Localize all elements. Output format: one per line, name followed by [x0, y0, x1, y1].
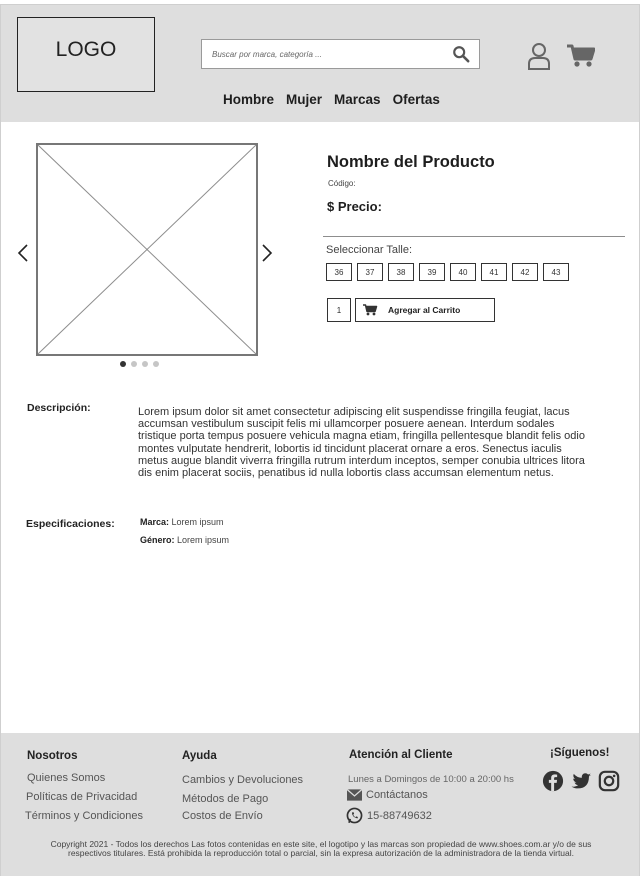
page-frame: LOGO Hombre Mujer Marcas Ofertas: [0, 4, 640, 876]
footer-atencion-title: Atención al Cliente: [349, 749, 453, 761]
spec-marca-label: Marca:: [140, 517, 170, 527]
footer-link-terminos[interactable]: Términos y Condiciones: [25, 810, 143, 822]
specs-label: Especificaciones:: [26, 518, 115, 530]
whatsapp-icon: [346, 807, 363, 824]
social-links: [542, 770, 620, 792]
chevron-left-icon[interactable]: [16, 243, 30, 263]
footer-nosotros-title: Nosotros: [27, 750, 78, 762]
add-to-cart-button[interactable]: Agregar al Carrito: [355, 298, 495, 322]
image-placeholder-icon: [37, 144, 257, 355]
footer-ayuda-title: Ayuda: [182, 750, 217, 762]
add-to-cart-label: Agregar al Carrito: [388, 305, 461, 315]
nav-ofertas[interactable]: Ofertas: [393, 92, 440, 107]
cart-icon: [363, 304, 378, 316]
footer-contact-link[interactable]: Contáctanos: [347, 789, 428, 801]
copyright-text: Copyright 2021 - Todos los derechos Las …: [50, 839, 592, 859]
spec-genero-label: Género:: [140, 535, 175, 545]
search-input[interactable]: [202, 40, 442, 68]
logo[interactable]: LOGO: [17, 17, 155, 92]
footer-link-cambios[interactable]: Cambios y Devoluciones: [182, 774, 303, 786]
size-option[interactable]: 43: [543, 263, 569, 281]
footer-phone[interactable]: 15-88749632: [346, 807, 432, 824]
carousel-dots: [120, 361, 159, 367]
twitter-icon[interactable]: [570, 770, 592, 792]
instagram-icon[interactable]: [598, 770, 620, 792]
envelope-icon: [347, 789, 362, 801]
carousel-dot[interactable]: [153, 361, 159, 367]
product-price: $ Precio:: [327, 199, 382, 214]
size-option[interactable]: 38: [388, 263, 414, 281]
site-header: LOGO Hombre Mujer Marcas Ofertas: [1, 5, 639, 122]
divider: [323, 236, 625, 237]
size-option[interactable]: 41: [481, 263, 507, 281]
description-label: Descripción:: [27, 402, 91, 414]
nav-mujer[interactable]: Mujer: [286, 92, 322, 107]
footer-contact-label: Contáctanos: [366, 789, 428, 801]
footer-phone-number: 15-88749632: [367, 809, 432, 822]
user-icon[interactable]: [527, 42, 551, 70]
spec-marca: Marca: Lorem ipsum: [140, 517, 224, 527]
product-title: Nombre del Producto: [327, 153, 495, 171]
size-option[interactable]: 37: [357, 263, 383, 281]
product-code: Código:: [328, 179, 356, 188]
description-text: Lorem ipsum dolor sit amet consectetur a…: [138, 406, 585, 480]
main-nav: Hombre Mujer Marcas Ofertas: [223, 92, 440, 107]
footer-link-metodos-pago[interactable]: Métodos de Pago: [182, 793, 268, 805]
site-footer: Nosotros Quienes Somos Políticas de Priv…: [1, 733, 639, 876]
size-option[interactable]: 39: [419, 263, 445, 281]
size-option[interactable]: 40: [450, 263, 476, 281]
spec-marca-value: Lorem ipsum: [171, 517, 224, 527]
footer-link-quienes-somos[interactable]: Quienes Somos: [27, 772, 105, 784]
spec-genero-value: Lorem ipsum: [177, 535, 230, 545]
footer-social-title: ¡Síguenos!: [550, 747, 610, 759]
carousel-dot[interactable]: [120, 361, 126, 367]
carousel-dot[interactable]: [131, 361, 137, 367]
quantity-input[interactable]: 1: [327, 298, 351, 322]
size-selector: 36 37 38 39 40 41 42 43: [326, 263, 569, 281]
footer-hours: Lunes a Domingos de 10:00 a 20:00 hs: [348, 774, 514, 785]
size-label: Seleccionar Talle:: [326, 244, 413, 256]
carousel-dot[interactable]: [142, 361, 148, 367]
size-option[interactable]: 42: [512, 263, 538, 281]
size-option[interactable]: 36: [326, 263, 352, 281]
spec-genero: Género: Lorem ipsum: [140, 535, 229, 545]
footer-link-privacidad[interactable]: Políticas de Privacidad: [26, 791, 137, 803]
nav-hombre[interactable]: Hombre: [223, 92, 274, 107]
product-image-placeholder: [36, 143, 258, 356]
search-icon[interactable]: [452, 45, 470, 63]
footer-link-costos-envio[interactable]: Costos de Envío: [182, 810, 263, 822]
cart-icon[interactable]: [567, 44, 595, 68]
search-bar: [201, 39, 480, 69]
nav-marcas[interactable]: Marcas: [334, 92, 381, 107]
chevron-right-icon[interactable]: [260, 243, 274, 263]
facebook-icon[interactable]: [542, 770, 564, 792]
